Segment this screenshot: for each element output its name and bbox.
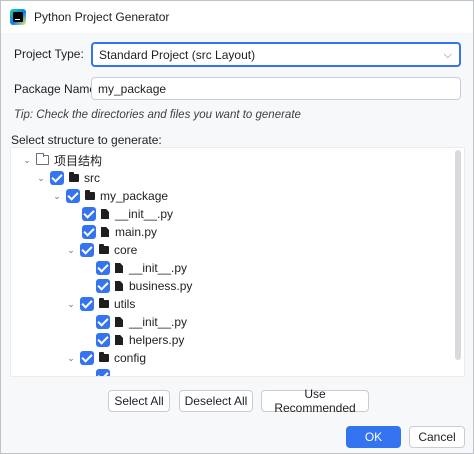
- core-checkbox[interactable]: [80, 243, 94, 257]
- chevron-down-icon[interactable]: ⌄: [22, 155, 32, 166]
- tree-node-label: __init__.py: [129, 261, 188, 275]
- tree-node-core[interactable]: ⌄ core: [66, 241, 137, 259]
- chevron-down-icon: ⌵: [443, 49, 452, 61]
- select-all-button[interactable]: Select All: [108, 390, 170, 412]
- core-init-checkbox[interactable]: [96, 261, 110, 275]
- tip-text: Tip: Check the directories and files you…: [14, 109, 301, 121]
- utils-checkbox[interactable]: [80, 297, 94, 311]
- tree-node-config[interactable]: ⌄ config: [66, 349, 146, 367]
- structure-label: Select structure to generate:: [11, 133, 162, 147]
- tree-node-utils[interactable]: ⌄ utils: [66, 295, 135, 313]
- tree-node-label: helpers.py: [129, 333, 185, 347]
- folder-icon: [99, 298, 109, 308]
- tree-node-label: __init__.py: [129, 315, 188, 329]
- folder-icon: [36, 153, 49, 165]
- project-type-value: Standard Project (src Layout): [99, 48, 256, 62]
- cancel-button[interactable]: Cancel: [409, 426, 465, 448]
- chevron-down-icon[interactable]: ⌄: [66, 245, 76, 256]
- deselect-all-button[interactable]: Deselect All: [179, 390, 253, 412]
- tree-node-helpers[interactable]: helpers.py: [96, 331, 184, 349]
- pkg-init-checkbox[interactable]: [82, 207, 96, 221]
- dialog-window: Python Project Generator Project Type: S…: [0, 0, 474, 454]
- chevron-down-icon[interactable]: ⌄: [66, 299, 76, 310]
- file-icon: [101, 227, 109, 237]
- tree-node-root[interactable]: ⌄ 项目结构: [22, 151, 102, 169]
- tree-node-label: my_package: [100, 189, 169, 203]
- tree-scrollbar[interactable]: [455, 150, 461, 360]
- folder-icon: [69, 172, 79, 182]
- tree-node-src[interactable]: ⌄ src: [36, 169, 100, 187]
- tree-node-label: core: [114, 243, 138, 257]
- folder-icon: [85, 190, 95, 200]
- folder-icon: [99, 352, 109, 362]
- chevron-down-icon[interactable]: ⌄: [52, 191, 62, 202]
- project-type-dropdown[interactable]: Standard Project (src Layout) ⌵: [91, 42, 461, 67]
- helpers-checkbox[interactable]: [96, 333, 110, 347]
- project-type-label: Project Type:: [14, 47, 84, 61]
- my-package-checkbox[interactable]: [66, 189, 80, 203]
- src-checkbox[interactable]: [50, 171, 64, 185]
- file-icon: [115, 335, 123, 345]
- folder-icon: [99, 244, 109, 254]
- tree-node-config-child[interactable]: [96, 367, 115, 376]
- package-name-label: Package Name:: [14, 82, 100, 96]
- tree-node-main[interactable]: main.py: [82, 223, 157, 241]
- tree-node-core-init[interactable]: __init__.py: [96, 259, 187, 277]
- tree-node-my-package[interactable]: ⌄ my_package: [52, 187, 168, 205]
- tree-node-label: business.py: [129, 279, 193, 293]
- tree-node-label: __init__.py: [115, 207, 174, 221]
- tree-node-label: utils: [114, 297, 136, 311]
- config-checkbox[interactable]: [80, 351, 94, 365]
- chevron-down-icon[interactable]: ⌄: [66, 353, 76, 364]
- main-checkbox[interactable]: [82, 225, 96, 239]
- chevron-down-icon[interactable]: ⌄: [36, 173, 46, 184]
- window-title: Python Project Generator: [34, 10, 170, 24]
- config-child-checkbox[interactable]: [96, 369, 110, 376]
- title-bar: Python Project Generator: [1, 1, 473, 33]
- tree-node-pkg-init[interactable]: __init__.py: [82, 205, 173, 223]
- use-recommended-button[interactable]: Use Recommended: [261, 387, 369, 415]
- business-checkbox[interactable]: [96, 279, 110, 293]
- utils-init-checkbox[interactable]: [96, 315, 110, 329]
- tree-node-label: main.py: [115, 225, 158, 239]
- ok-button[interactable]: OK: [346, 426, 401, 448]
- file-icon: [115, 317, 123, 327]
- file-icon: [115, 263, 123, 273]
- pycharm-icon: [10, 9, 26, 25]
- structure-tree[interactable]: ⌄ 项目结构 ⌄ src ⌄ my_package __init__.py ma…: [10, 147, 465, 377]
- tree-node-label: 项目结构: [54, 153, 103, 168]
- package-name-input[interactable]: [91, 77, 461, 100]
- file-icon: [115, 281, 123, 291]
- tree-node-label: src: [84, 171, 100, 185]
- tree-node-utils-init[interactable]: __init__.py: [96, 313, 187, 331]
- file-icon: [101, 209, 109, 219]
- tree-node-label: config: [114, 351, 147, 365]
- tree-node-business[interactable]: business.py: [96, 277, 192, 295]
